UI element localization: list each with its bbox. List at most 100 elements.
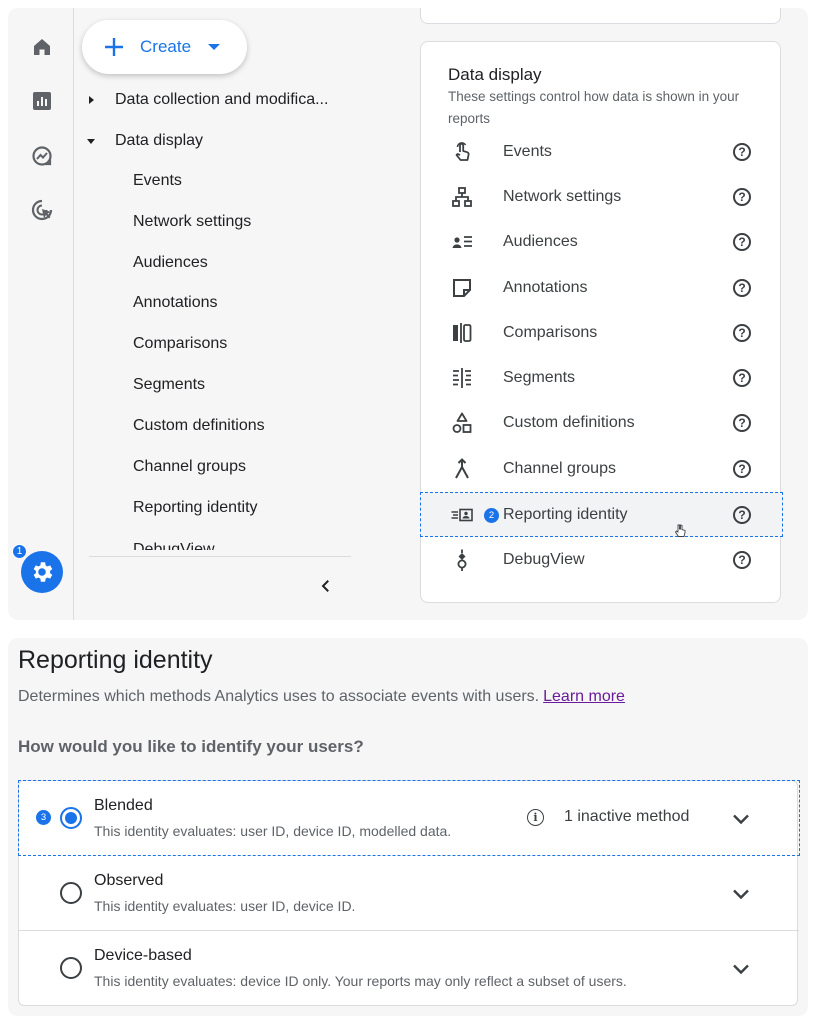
nav-item-segments[interactable]: Segments (133, 376, 205, 400)
inactive-method-status: 1 inactive method (564, 808, 690, 825)
nav-item-comparisons[interactable]: Comparisons (133, 335, 227, 359)
identify-users-question: How would you like to identify your user… (18, 737, 364, 756)
card-row-custom-definitions[interactable]: Custom definitions ? (421, 401, 782, 446)
shapes-icon (449, 410, 475, 436)
admin-settings-button[interactable] (21, 551, 63, 593)
help-icon[interactable]: ? (733, 506, 751, 524)
nav-section-data-collection[interactable]: Data collection and modifica... (74, 87, 328, 113)
nav-section-label: Data collection and modifica... (115, 91, 329, 108)
row-label: Segments (503, 369, 576, 386)
chevron-down-icon[interactable] (731, 884, 751, 904)
help-icon[interactable]: ? (733, 414, 751, 432)
help-icon[interactable]: ? (733, 324, 751, 342)
nav-item-channel-groups[interactable]: Channel groups (133, 458, 246, 482)
previous-card (420, 8, 781, 24)
row-label: Annotations (503, 279, 588, 296)
admin-nav-tree: Data collection and modifica... Data dis… (74, 8, 364, 620)
option-name: Device-based (94, 947, 192, 964)
card-row-comparisons[interactable]: Comparisons ? (421, 311, 782, 356)
card-row-network-settings[interactable]: Network settings ? (421, 175, 782, 220)
observed-radio[interactable] (60, 882, 82, 904)
nav-section-label: Data display (115, 132, 204, 149)
expand-arrow-icon (79, 96, 103, 104)
help-icon[interactable]: ? (733, 279, 751, 297)
row-label: DebugView (503, 551, 585, 568)
audience-icon (449, 229, 475, 255)
data-display-card: Data display These settings control how … (420, 41, 783, 603)
card-row-annotations[interactable]: Annotations ? (421, 266, 782, 311)
help-icon[interactable]: ? (733, 188, 751, 206)
nav-item-audiences[interactable]: Audiences (133, 254, 208, 278)
card-row-segments[interactable]: Segments ? (421, 356, 782, 401)
option-blended[interactable]: 3 Blended This identity evaluates: user … (18, 780, 800, 856)
home-icon[interactable] (29, 34, 55, 60)
option-name: Blended (94, 797, 153, 814)
collapse-nav-button[interactable] (314, 574, 338, 598)
nav-item-network-settings[interactable]: Network settings (133, 213, 251, 237)
option-description: This identity evaluates: user ID, device… (94, 898, 356, 914)
cursor-click-icon[interactable] (29, 197, 55, 223)
page-description: Determines which methods Analytics uses … (18, 688, 625, 706)
card-row-channel-groups[interactable]: Channel groups ? (421, 447, 782, 492)
help-icon[interactable]: ? (733, 143, 751, 161)
help-icon[interactable]: ? (733, 233, 751, 251)
collapse-arrow-icon (79, 138, 103, 144)
chevron-left-icon (321, 580, 329, 592)
nav-item-events[interactable]: Events (133, 172, 182, 196)
nav-item-custom-definitions[interactable]: Custom definitions (133, 417, 265, 441)
help-icon[interactable]: ? (733, 460, 751, 478)
gear-icon (33, 562, 53, 582)
explore-icon[interactable] (29, 143, 55, 169)
chevron-down-icon[interactable] (731, 959, 751, 979)
card-row-reporting-identity[interactable]: 2 Reporting identity ? (420, 492, 783, 537)
option-name: Observed (94, 872, 164, 889)
row-label: Network settings (503, 188, 622, 205)
step-badge: 3 (36, 810, 51, 825)
note-icon (449, 275, 475, 301)
segment-icon (449, 365, 475, 391)
merge-icon (449, 456, 475, 482)
option-device-based[interactable]: Device-based This identity evaluates: de… (19, 931, 799, 1006)
left-rail (8, 8, 74, 620)
bar-chart-icon[interactable] (29, 88, 55, 114)
option-description: This identity evaluates: user ID, device… (94, 823, 452, 839)
debug-icon (449, 547, 475, 573)
learn-more-link[interactable]: Learn more (543, 688, 625, 705)
row-label: Reporting identity (503, 506, 628, 523)
admin-notification-badge: 1 (12, 544, 27, 559)
nav-item-reporting-identity[interactable]: Reporting identity (133, 499, 258, 523)
nav-section-data-display[interactable]: Data display (74, 128, 203, 154)
row-label: Events (503, 143, 552, 160)
help-icon[interactable]: ? (733, 551, 751, 569)
card-row-debugview[interactable]: DebugView ? (421, 538, 782, 583)
nav-item-annotations[interactable]: Annotations (133, 294, 218, 318)
option-observed[interactable]: Observed This identity evaluates: user I… (19, 856, 799, 931)
device-based-radio[interactable] (60, 957, 82, 979)
nav-item-debugview[interactable]: DebugView (133, 540, 215, 550)
chevron-down-icon[interactable] (731, 809, 751, 829)
card-title: Data display (448, 65, 542, 84)
nav-divider (89, 556, 351, 557)
touch-icon (449, 139, 475, 165)
identity-icon (449, 502, 475, 528)
step-badge: 2 (484, 508, 499, 523)
page-title: Reporting identity (18, 646, 213, 674)
network-icon (449, 184, 475, 210)
option-description: This identity evaluates: device ID only.… (94, 973, 627, 989)
info-icon[interactable]: i (527, 809, 544, 826)
reporting-identity-panel: Reporting identity Determines which meth… (8, 638, 808, 1016)
help-icon[interactable]: ? (733, 369, 751, 387)
hand-cursor-icon (674, 524, 686, 537)
settings-navigation-panel: 1 Create Data collection and modifica...… (8, 8, 808, 620)
row-label: Audiences (503, 233, 578, 250)
card-row-events[interactable]: Events ? (421, 130, 782, 175)
row-label: Comparisons (503, 324, 598, 341)
description-text: Determines which methods Analytics uses … (18, 688, 540, 705)
row-label: Channel groups (503, 460, 616, 477)
compare-icon (449, 320, 475, 346)
card-description: These settings control how data is shown… (448, 89, 740, 126)
card-row-audiences[interactable]: Audiences ? (421, 220, 782, 265)
blended-radio[interactable] (60, 807, 82, 829)
row-label: Custom definitions (503, 414, 635, 431)
identity-options-list: 3 Blended This identity evaluates: user … (18, 780, 800, 1006)
